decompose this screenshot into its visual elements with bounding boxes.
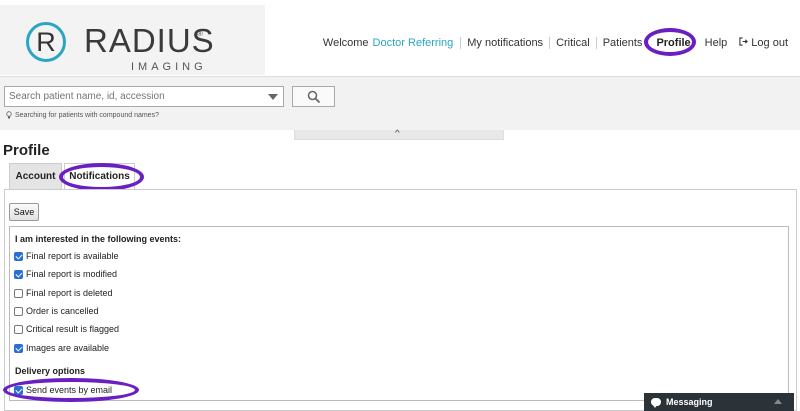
logo-letter: R	[36, 27, 56, 57]
save-button[interactable]: Save	[9, 203, 39, 221]
checkbox[interactable]	[14, 343, 23, 353]
chat-icon	[651, 398, 661, 408]
messaging-label: Messaging	[666, 397, 713, 407]
event-option-final-report-deleted[interactable]: Final report is deleted	[14, 287, 113, 299]
search-input[interactable]	[4, 86, 284, 107]
checkbox[interactable]	[14, 306, 23, 316]
user-name-link[interactable]: Doctor Referring	[373, 37, 454, 49]
delivery-option-email[interactable]: Send events by email	[14, 384, 112, 396]
checkbox-label: Images are available	[26, 343, 110, 353]
logo-circle-icon: R	[26, 22, 66, 62]
event-option-order-cancelled[interactable]: Order is cancelled	[14, 305, 99, 317]
checkbox[interactable]	[14, 269, 23, 279]
registered-mark: ®	[197, 29, 203, 38]
checkbox[interactable]	[14, 288, 23, 298]
tab-notifications[interactable]: Notifications	[64, 163, 135, 189]
checkbox[interactable]	[14, 251, 23, 261]
event-option-images-available[interactable]: Images are available	[14, 342, 109, 354]
welcome-label: Welcome	[322, 37, 369, 49]
nav-patients[interactable]: Patients	[595, 37, 649, 49]
brand-name: RADIUS	[84, 22, 215, 59]
logo[interactable]: R RADIUS ® IMAGING	[0, 5, 265, 75]
search-button[interactable]	[292, 86, 335, 107]
collapse-search-toggle[interactable]: ^	[294, 130, 504, 140]
checkbox-label: Order is cancelled	[26, 306, 99, 316]
logout-label: Log out	[751, 37, 788, 49]
checkbox[interactable]	[14, 324, 23, 334]
messaging-widget[interactable]: Messaging	[644, 393, 794, 411]
checkbox-label: Final report is deleted	[26, 288, 113, 298]
checkbox-label: Final report is modified	[26, 269, 118, 279]
delivery-heading: Delivery options	[15, 366, 86, 376]
search-icon	[307, 90, 321, 104]
logout-icon	[739, 37, 749, 49]
event-option-final-report-modified[interactable]: Final report is modified	[14, 268, 117, 280]
nav-profile[interactable]: Profile	[644, 28, 698, 56]
nav-critical[interactable]: Critical	[549, 37, 596, 49]
checkbox-label: Final report is available	[26, 251, 119, 261]
checkbox[interactable]	[14, 385, 23, 395]
nav-profile-label: Profile	[656, 37, 691, 49]
nav-help[interactable]: Help	[699, 37, 734, 49]
checkbox-label: Critical result is flagged	[26, 324, 120, 334]
tab-account[interactable]: Account	[9, 163, 62, 189]
events-heading: I am interested in the following events:	[15, 234, 182, 244]
event-option-final-report-available[interactable]: Final report is available	[14, 250, 119, 262]
search-bar: Searching for patients with compound nam…	[0, 76, 800, 130]
events-box	[9, 226, 789, 401]
page-title: Profile	[3, 142, 50, 159]
nav-logout[interactable]: Log out	[733, 37, 794, 49]
event-option-critical-result-flagged[interactable]: Critical result is flagged	[14, 323, 119, 335]
header: R RADIUS ® IMAGING Welcome Doctor Referr…	[0, 0, 800, 76]
search-hint[interactable]: Searching for patients with compound nam…	[6, 111, 159, 119]
bulb-icon	[6, 111, 12, 119]
search-hint-text: Searching for patients with compound nam…	[15, 111, 159, 119]
search-dropdown-icon[interactable]	[268, 94, 278, 100]
chevron-up-icon: ^	[395, 129, 400, 138]
chevron-up-icon[interactable]	[774, 399, 782, 404]
checkbox-label: Send events by email	[26, 385, 113, 395]
top-navigation: Welcome Doctor Referring My notification…	[322, 28, 794, 56]
brand-subtitle: IMAGING	[131, 61, 207, 73]
nav-my-notifications[interactable]: My notifications	[460, 37, 549, 49]
